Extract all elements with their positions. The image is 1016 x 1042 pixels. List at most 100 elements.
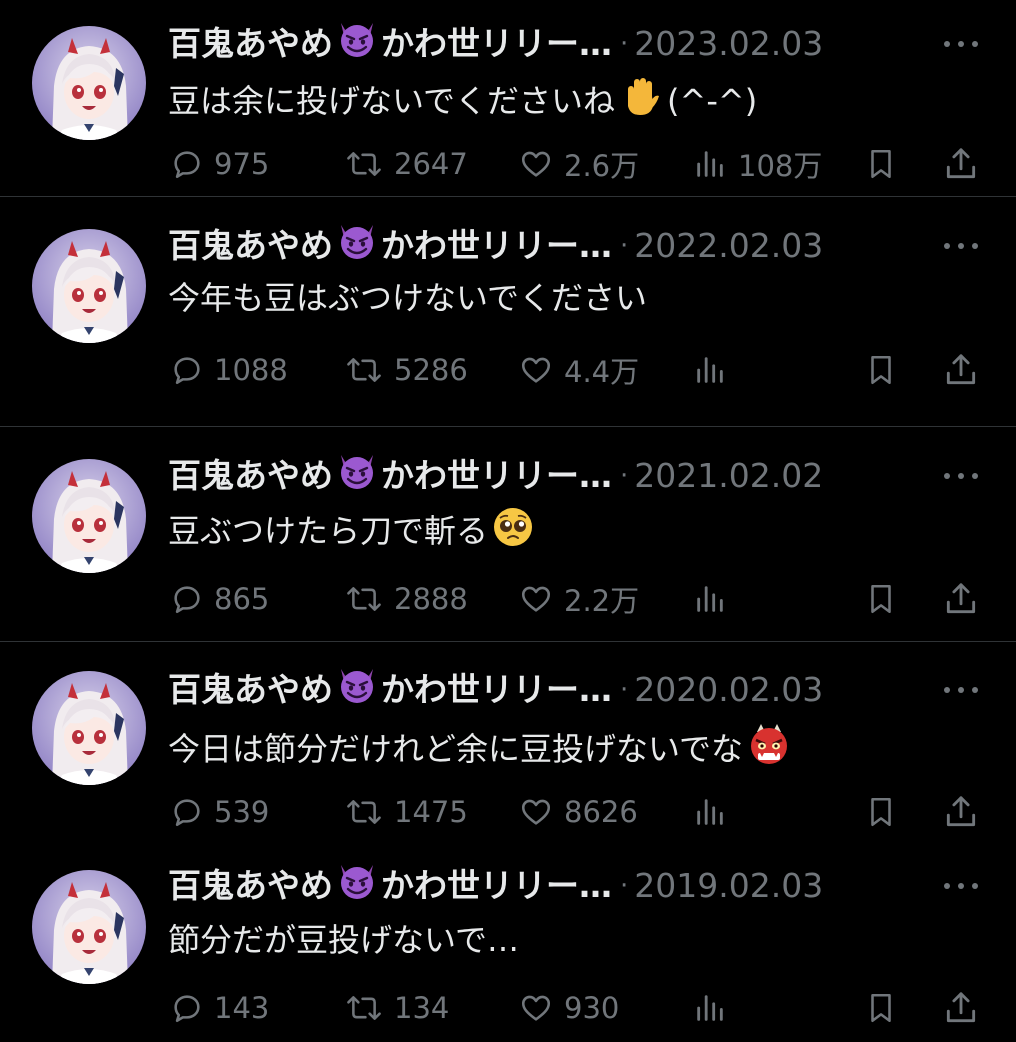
bookmark-button[interactable] [864, 986, 898, 1030]
display-name[interactable]: 百鬼あやめ [168, 22, 333, 66]
smiling-devil-emoji-icon [335, 221, 379, 272]
display-name-suffix[interactable]: かわ世リリー… [381, 22, 612, 66]
retweet-count: 1475 [394, 795, 468, 829]
tweet-date[interactable]: 2020.02.03 [634, 668, 823, 712]
bookmark-button[interactable] [864, 348, 898, 392]
more-options-button[interactable] [944, 881, 978, 891]
bar-chart-icon [697, 151, 723, 177]
ogre-emoji-icon [747, 722, 791, 777]
bookmark-icon [871, 149, 891, 179]
retweet-count: 2647 [394, 147, 468, 181]
tweet-text-body: 豆は余に投げないでくださいね [168, 82, 616, 120]
separator-dot: · [620, 461, 629, 491]
like-button[interactable]: 2.2万 [518, 577, 639, 621]
reply-count: 143 [214, 991, 270, 1025]
tweet-text: 今日は節分だけれど余に豆投げないでな [168, 722, 791, 777]
reply-count: 975 [214, 147, 270, 181]
tweet-date[interactable]: 2021.02.02 [634, 454, 823, 498]
retweet-arrows-icon [347, 800, 381, 824]
display-name-suffix[interactable]: かわ世リリー… [381, 454, 612, 498]
pleading-face-emoji-icon [492, 506, 534, 559]
smiling-devil-emoji-icon [335, 861, 379, 912]
more-options-button[interactable] [944, 241, 978, 251]
reply-button[interactable]: 539 [170, 790, 269, 834]
reply-button[interactable]: 1088 [170, 348, 288, 392]
tweet-text-body: 今年も豆はぶつけないでください [168, 279, 648, 317]
share-button[interactable] [942, 986, 980, 1030]
share-button[interactable] [942, 142, 980, 186]
like-count: 8626 [564, 795, 638, 829]
tweet-header: 百鬼あやめ かわ世リリー… · 2021.02.02 [168, 454, 823, 498]
views-button[interactable] [692, 986, 738, 1030]
tweet-text: 今年も豆はぶつけないでください [168, 276, 647, 320]
avatar[interactable] [32, 870, 146, 984]
tweet-date[interactable]: 2023.02.03 [634, 22, 823, 66]
more-options-button[interactable] [944, 39, 978, 49]
like-button[interactable]: 4.4万 [518, 348, 639, 392]
retweet-arrows-icon [347, 152, 381, 176]
display-name[interactable]: 百鬼あやめ [168, 864, 333, 908]
heart-icon [521, 995, 551, 1021]
tweet-text: 豆は余に投げないでくださいね (^-^) [168, 74, 757, 129]
bar-chart-icon [697, 995, 723, 1021]
retweet-button[interactable]: 5286 [344, 348, 468, 392]
separator-dot: · [620, 29, 629, 59]
reply-button[interactable]: 865 [170, 577, 269, 621]
share-button[interactable] [942, 790, 980, 834]
reply-button[interactable]: 975 [170, 142, 269, 186]
display-name[interactable]: 百鬼あやめ [168, 224, 333, 268]
bookmark-icon [871, 355, 891, 385]
reply-count: 865 [214, 582, 270, 616]
like-button[interactable]: 2.6万 [518, 142, 639, 186]
view-count: 108万 [738, 149, 823, 183]
speech-bubble-icon [174, 151, 200, 179]
share-button[interactable] [942, 577, 980, 621]
like-button[interactable]: 8626 [518, 790, 638, 834]
more-options-button[interactable] [944, 471, 978, 481]
retweet-button[interactable]: 134 [344, 986, 449, 1030]
reply-button[interactable]: 143 [170, 986, 269, 1030]
retweet-count: 5286 [394, 353, 468, 387]
speech-bubble-icon [174, 357, 200, 385]
avatar[interactable] [32, 671, 146, 785]
tweet-actions: 975 2647 2.6万 108万 [0, 142, 1016, 186]
reply-count: 1088 [214, 353, 288, 387]
tweet-text-body: 豆ぶつけたら刀で斬る [168, 512, 489, 550]
speech-bubble-icon [174, 586, 200, 614]
like-button[interactable]: 930 [518, 986, 619, 1030]
bookmark-button[interactable] [864, 142, 898, 186]
retweet-button[interactable]: 2888 [344, 577, 468, 621]
tweet-date[interactable]: 2022.02.03 [634, 224, 823, 268]
share-button[interactable] [942, 348, 980, 392]
separator-dot: · [620, 231, 629, 261]
retweet-button[interactable]: 2647 [344, 142, 468, 186]
tweet-actions: 539 1475 8626 [0, 790, 1016, 834]
share-upload-icon [946, 992, 976, 1023]
retweet-arrows-icon [347, 358, 381, 382]
views-button[interactable] [692, 348, 738, 392]
avatar[interactable] [32, 26, 146, 140]
display-name-suffix[interactable]: かわ世リリー… [381, 668, 612, 712]
display-name[interactable]: 百鬼あやめ [168, 454, 333, 498]
smiling-devil-emoji-icon [335, 19, 379, 70]
avatar[interactable] [32, 459, 146, 573]
more-options-button[interactable] [944, 685, 978, 695]
separator-dot: · [620, 871, 629, 901]
avatar[interactable] [32, 229, 146, 343]
bookmark-button[interactable] [864, 577, 898, 621]
like-count: 2.6万 [564, 149, 640, 183]
tweet-date[interactable]: 2019.02.03 [634, 864, 823, 908]
display-name[interactable]: 百鬼あやめ [168, 668, 333, 712]
display-name-suffix[interactable]: かわ世リリー… [381, 864, 612, 908]
bookmark-button[interactable] [864, 790, 898, 834]
tweet-text-body: 節分だが豆投げないで… [168, 921, 520, 959]
heart-icon [521, 586, 551, 612]
tweet-divider [0, 426, 1016, 427]
views-button[interactable] [692, 577, 738, 621]
views-button[interactable] [692, 790, 738, 834]
views-button[interactable]: 108万 [692, 142, 822, 186]
tweet-header: 百鬼あやめ かわ世リリー… · 2020.02.03 [168, 668, 823, 712]
retweet-arrows-icon [347, 996, 381, 1020]
display-name-suffix[interactable]: かわ世リリー… [381, 224, 612, 268]
retweet-button[interactable]: 1475 [344, 790, 468, 834]
